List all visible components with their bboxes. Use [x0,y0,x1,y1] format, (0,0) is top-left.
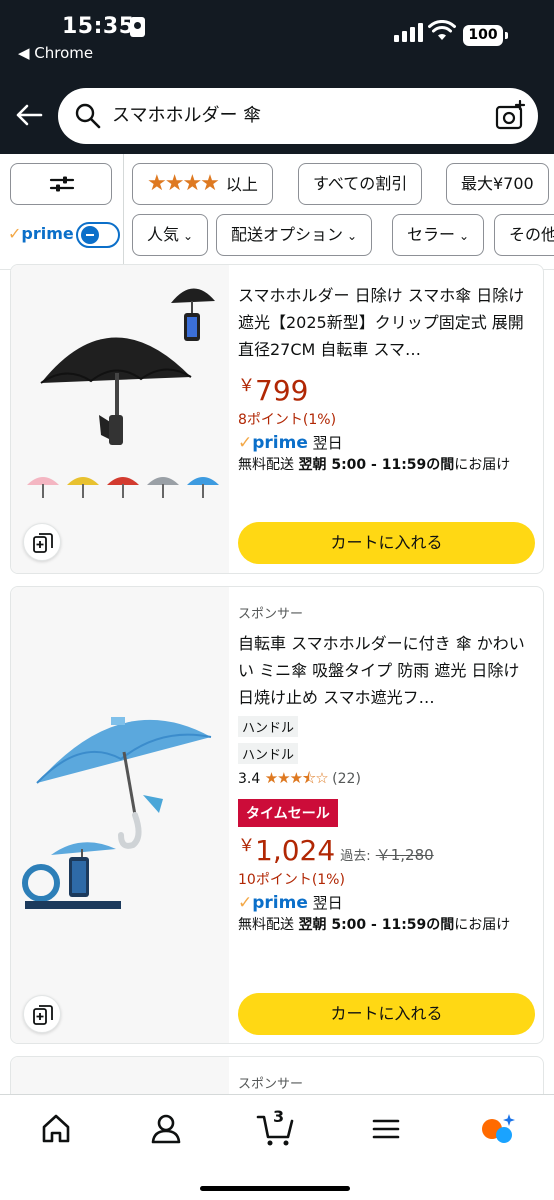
compare-cards-icon [33,1005,53,1025]
home-indicator [200,1186,350,1191]
id-card-icon [130,17,145,37]
product-info: スポンサー [238,1057,533,1092]
more-filter-chip[interactable]: その他 [494,214,554,256]
cart-count-badge: 3 [273,1107,285,1126]
popular-filter-chip[interactable]: 人気 ⌄ [132,214,209,256]
back-to-app-link[interactable]: ◀ Chrome [18,44,93,62]
home-icon[interactable] [36,1109,76,1149]
rating-value: 3.4 [238,771,261,787]
toggle-knob [81,226,99,244]
sponsored-label: スポンサー [238,607,304,622]
product-image-pane[interactable] [11,265,229,573]
product-card[interactable]: スマホホルダー 日除け スマホ傘 日除け 遮光【2025新型】クリップ固定式 展… [10,264,544,574]
product-info: スマホホルダー 日除け スマホ傘 日除け 遮光【2025新型】クリップ固定式 展… [238,265,533,476]
was-price-label: 過去: [340,849,371,864]
delivery-info: 無料配送 翌朝 5:00 - 11:59の間にお届け [238,457,511,473]
bottom-navigation: 3 [0,1094,554,1200]
wifi-icon [428,20,456,40]
cart-nav-button[interactable]: 3 [256,1107,296,1149]
prime-delivery-badge: ✓prime 翌日 [238,433,343,453]
prime-toggle[interactable] [76,222,120,248]
compare-cards-icon [33,533,53,553]
star-rating-icon: ★★★⯪☆ [264,769,329,787]
product-title[interactable]: スマホホルダー 日除け スマホ傘 日除け 遮光【2025新型】クリップ固定式 展… [238,282,533,363]
deal-badge: タイムセール [238,799,533,827]
product-info: スポンサー 自転車 スマホホルダーに付き 傘 かわいい ミニ傘 吸盤タイプ 防雨… [238,587,533,936]
back-arrow-icon[interactable] [14,100,44,130]
review-count[interactable]: (22) [332,771,361,787]
cellular-signal-icon [394,22,424,42]
chevron-down-icon: ⌄ [183,229,194,243]
rating-filter-chip[interactable]: ★★★★ 以上 [132,163,273,205]
sliders-icon [49,176,75,192]
points-earned: 10ポイント(1%) [238,872,345,888]
umbrella-swatch-gray[interactable] [145,471,181,501]
product-title[interactable]: 自転車 スマホホルダーに付き 傘 かわいい ミニ傘 吸盤タイプ 防雨 遮光 日除… [238,630,533,711]
prime-delivery-badge: ✓prime 翌日 [238,893,343,913]
price-row: ￥1,024 過去: ￥1,280 [238,831,533,867]
product-price: ￥799 [238,374,309,407]
umbrella-swatch-red[interactable] [105,471,141,501]
search-box[interactable]: スマホホルダー 傘 [58,88,538,144]
product-price: ￥1,024 [238,834,336,867]
seller-filter-chip[interactable]: セラー ⌄ [392,214,485,256]
filter-left-panel: ✓prime [0,154,124,269]
add-to-compare-button[interactable] [23,995,61,1033]
search-icon [75,103,101,129]
color-swatch-row [25,471,225,501]
points-earned: 8ポイント(1%) [238,412,337,428]
product-image-pane[interactable] [11,587,229,1043]
product-image[interactable] [11,265,229,465]
product-tag: ハンドル [238,716,533,737]
product-card[interactable]: スポンサー 自転車 スマホホルダーに付き 傘 かわいい ミニ傘 吸盤タイプ 防雨… [10,586,544,1044]
add-to-cart-button[interactable]: カートに入れる [238,993,535,1035]
battery-indicator: 100 [463,25,508,46]
ai-assistant-icon[interactable] [478,1109,518,1149]
rating-row[interactable]: 3.4 ★★★⯪☆ (22) [238,768,533,793]
search-header: スマホホルダー 傘 [0,82,554,154]
shipping-filter-chip[interactable]: 配送オプション ⌄ [216,214,373,256]
account-icon[interactable] [146,1109,186,1149]
sponsored-label: スポンサー [238,1077,304,1092]
camera-search-icon[interactable] [494,100,526,132]
chevron-down-icon: ⌄ [459,229,470,243]
prime-toggle-row: ✓prime [8,220,122,250]
add-to-cart-button[interactable]: カートに入れる [238,522,535,564]
add-to-compare-button[interactable] [23,523,61,561]
filter-bar: ✓prime ★★★★ 以上 すべての割引 最大¥700 人気 ⌄ 配送オプション ⌄… [0,154,554,270]
delivery-info: 無料配送 翌朝 5:00 - 11:59の間にお届け [238,917,511,933]
price-filter-chip[interactable]: 最大¥700 [446,163,549,205]
umbrella-swatch-blue[interactable] [185,471,221,501]
prime-label: ✓prime [8,224,74,243]
was-price: ￥1,280 [375,846,434,864]
chevron-down-icon: ⌄ [347,229,358,243]
menu-icon[interactable] [366,1109,406,1149]
umbrella-swatch-yellow[interactable] [65,471,101,501]
status-bar: 15:35 ◀ Chrome 100 [0,0,554,82]
clock: 15:35 [62,14,135,39]
umbrella-swatch-pink[interactable] [25,471,61,501]
product-tag: ハンドル [238,743,533,764]
search-input[interactable]: スマホホルダー 傘 [112,88,261,144]
four-stars-icon: ★★★★ [147,171,220,196]
filter-settings-button[interactable] [10,163,112,205]
product-image[interactable] [11,587,229,927]
discount-filter-chip[interactable]: すべての割引 [298,163,423,205]
